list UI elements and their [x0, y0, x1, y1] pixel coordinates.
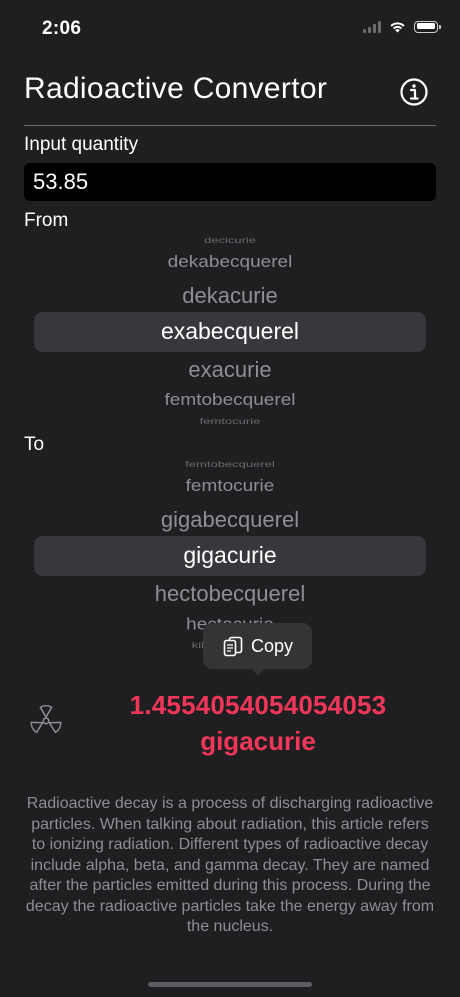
to-picker-selected-option[interactable]: gigacurie — [24, 542, 436, 569]
from-picker-option[interactable]: femtocurie — [24, 417, 436, 426]
from-picker-selected-option[interactable]: exabecquerel — [24, 318, 436, 345]
from-picker-option[interactable]: decicurie — [24, 236, 436, 245]
info-circle-icon[interactable] — [399, 77, 429, 107]
status-icons — [363, 20, 441, 33]
from-picker-option[interactable]: dekabecquerel — [24, 254, 436, 273]
battery-icon — [414, 20, 441, 33]
copy-tooltip[interactable]: Copy — [203, 623, 312, 676]
from-picker-option[interactable]: femtobecquerel — [24, 392, 436, 411]
to-picker-option[interactable]: gigabecquerel — [24, 507, 436, 533]
to-picker-option[interactable]: femtobecquerel — [24, 460, 436, 469]
wifi-icon — [390, 22, 405, 33]
result-unit: gigacurie — [200, 726, 316, 756]
header-divider — [24, 125, 436, 126]
from-picker-option[interactable]: dekacurie — [24, 283, 436, 309]
radiation-icon — [30, 705, 62, 734]
copy-icon — [223, 636, 243, 657]
result-value: 1.4554054054054053 — [129, 690, 387, 720]
to-label: To — [24, 434, 45, 455]
input-quantity-label: Input quantity — [24, 134, 139, 155]
status-time: 2:06 — [42, 18, 82, 39]
description-text: Radioactive decay is a process of discha… — [25, 795, 435, 935]
from-unit-picker[interactable]: decicurie dekabecquerel dekacurie exabec… — [24, 230, 436, 428]
page-title: Radioactive Convertor — [24, 72, 328, 105]
status-bar: 2:06 — [0, 0, 460, 56]
from-label: From — [24, 210, 69, 231]
cellular-signal-icon — [363, 20, 381, 33]
home-indicator[interactable] — [148, 982, 312, 987]
copy-label[interactable]: Copy — [251, 636, 293, 657]
to-picker-option[interactable]: femtocurie — [24, 478, 436, 497]
to-picker-option[interactable]: hectobecquerel — [24, 581, 436, 607]
quantity-input[interactable] — [24, 163, 436, 201]
from-picker-option[interactable]: exacurie — [24, 357, 436, 383]
